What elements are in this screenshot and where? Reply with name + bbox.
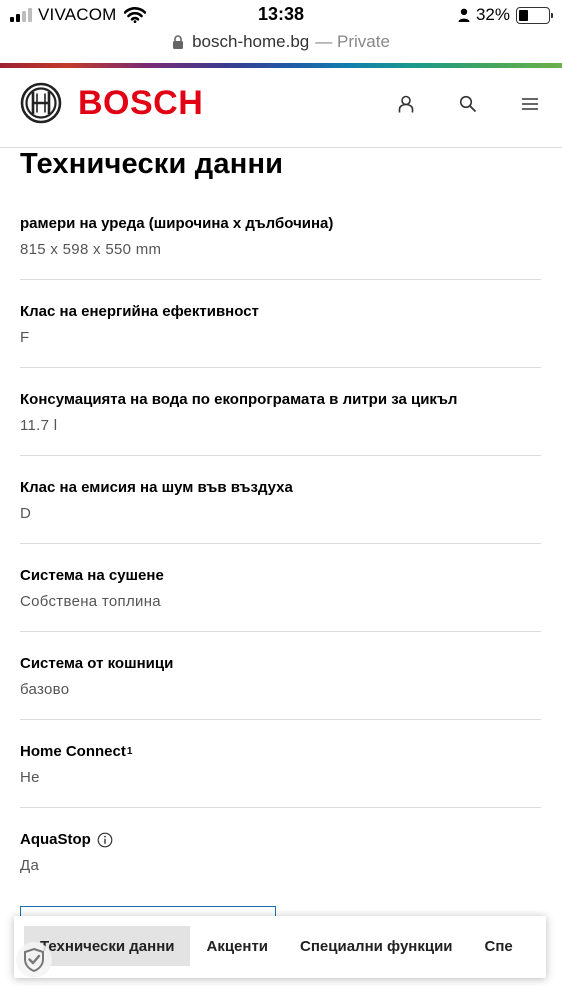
spec-item-water-consumption: Консумацията на вода по екопрограмата в … [20, 368, 541, 456]
bosch-logo[interactable]: BOSCH [20, 82, 203, 124]
spec-label: Консумацията на вода по екопрограмата в … [20, 391, 458, 408]
person-icon [458, 8, 470, 22]
url-domain: bosch-home.bg [192, 32, 310, 51]
battery-percent: 32% [475, 5, 510, 24]
status-bar: VIVACOM 13:38 32% [0, 0, 562, 30]
spec-value: Да [20, 857, 40, 874]
spec-label: Система на сушене [20, 567, 164, 584]
spec-item-home-connect: Home Connect 1 Не [20, 720, 541, 808]
menu-icon[interactable] [518, 92, 542, 116]
bosch-armature-icon [20, 82, 62, 124]
address-bar[interactable]: bosch-home.bg — Private [0, 29, 562, 55]
spec-label: Система от кошници [20, 655, 174, 672]
brand-name: BOSCH [78, 83, 204, 122]
spec-item-dimensions: рамери на уреда (широчина x дълбочина) 8… [20, 192, 541, 280]
spec-label: Home Connect 1 [20, 743, 133, 760]
private-mode-label: — Private [315, 32, 390, 51]
page-title: Технически данни [20, 148, 284, 180]
info-icon[interactable] [97, 832, 113, 848]
spec-label: Клас на енергийна ефективност [20, 303, 259, 320]
spec-item-aquastop: AquaStop Да [20, 808, 541, 896]
spec-item-drying-system: Система на сушене Собствена топлина [20, 544, 541, 632]
tab-specifications-partial[interactable]: Спе [469, 926, 529, 966]
spec-label: Клас на емисия на шум във въздуха [20, 479, 293, 496]
lock-icon [173, 35, 184, 49]
spec-value: Не [20, 769, 40, 786]
battery-icon [516, 6, 553, 24]
spec-label: AquaStop [20, 831, 113, 848]
spec-label: рамери на уреда (широчина x дълбочина) [20, 215, 334, 232]
spec-value: базово [20, 681, 70, 698]
footnote-marker[interactable]: 1 [127, 746, 133, 757]
spec-list: рамери на уреда (широчина x дълбочина) 8… [20, 192, 541, 896]
site-header: BOSCH [0, 68, 562, 148]
spec-item-noise-class: Клас на емисия на шум във въздуха D [20, 456, 541, 544]
tab-list: Технически данни Акценти Специални функц… [24, 926, 529, 966]
header-actions [394, 92, 542, 116]
tab-highlights[interactable]: Акценти [190, 926, 284, 966]
spec-value: F [20, 329, 30, 346]
spec-value: 815 x 598 x 550 mm [20, 241, 162, 258]
section-tab-bar: Технически данни Акценти Специални функц… [14, 916, 546, 978]
battery-level [519, 9, 528, 21]
spec-item-energy-class: Клас на енергийна ефективност F [20, 280, 541, 368]
status-right: 32% [458, 5, 553, 25]
spec-value: Собствена топлина [20, 593, 161, 610]
search-icon[interactable] [456, 92, 480, 116]
spec-value: D [20, 505, 32, 522]
spec-value: 11.7 l [20, 417, 58, 434]
user-icon[interactable] [394, 92, 418, 116]
consent-badge[interactable] [16, 942, 52, 978]
tab-special-features[interactable]: Специални функции [284, 926, 469, 966]
shield-check-icon [24, 947, 44, 973]
spec-item-basket-system: Система от кошници базово [20, 632, 541, 720]
